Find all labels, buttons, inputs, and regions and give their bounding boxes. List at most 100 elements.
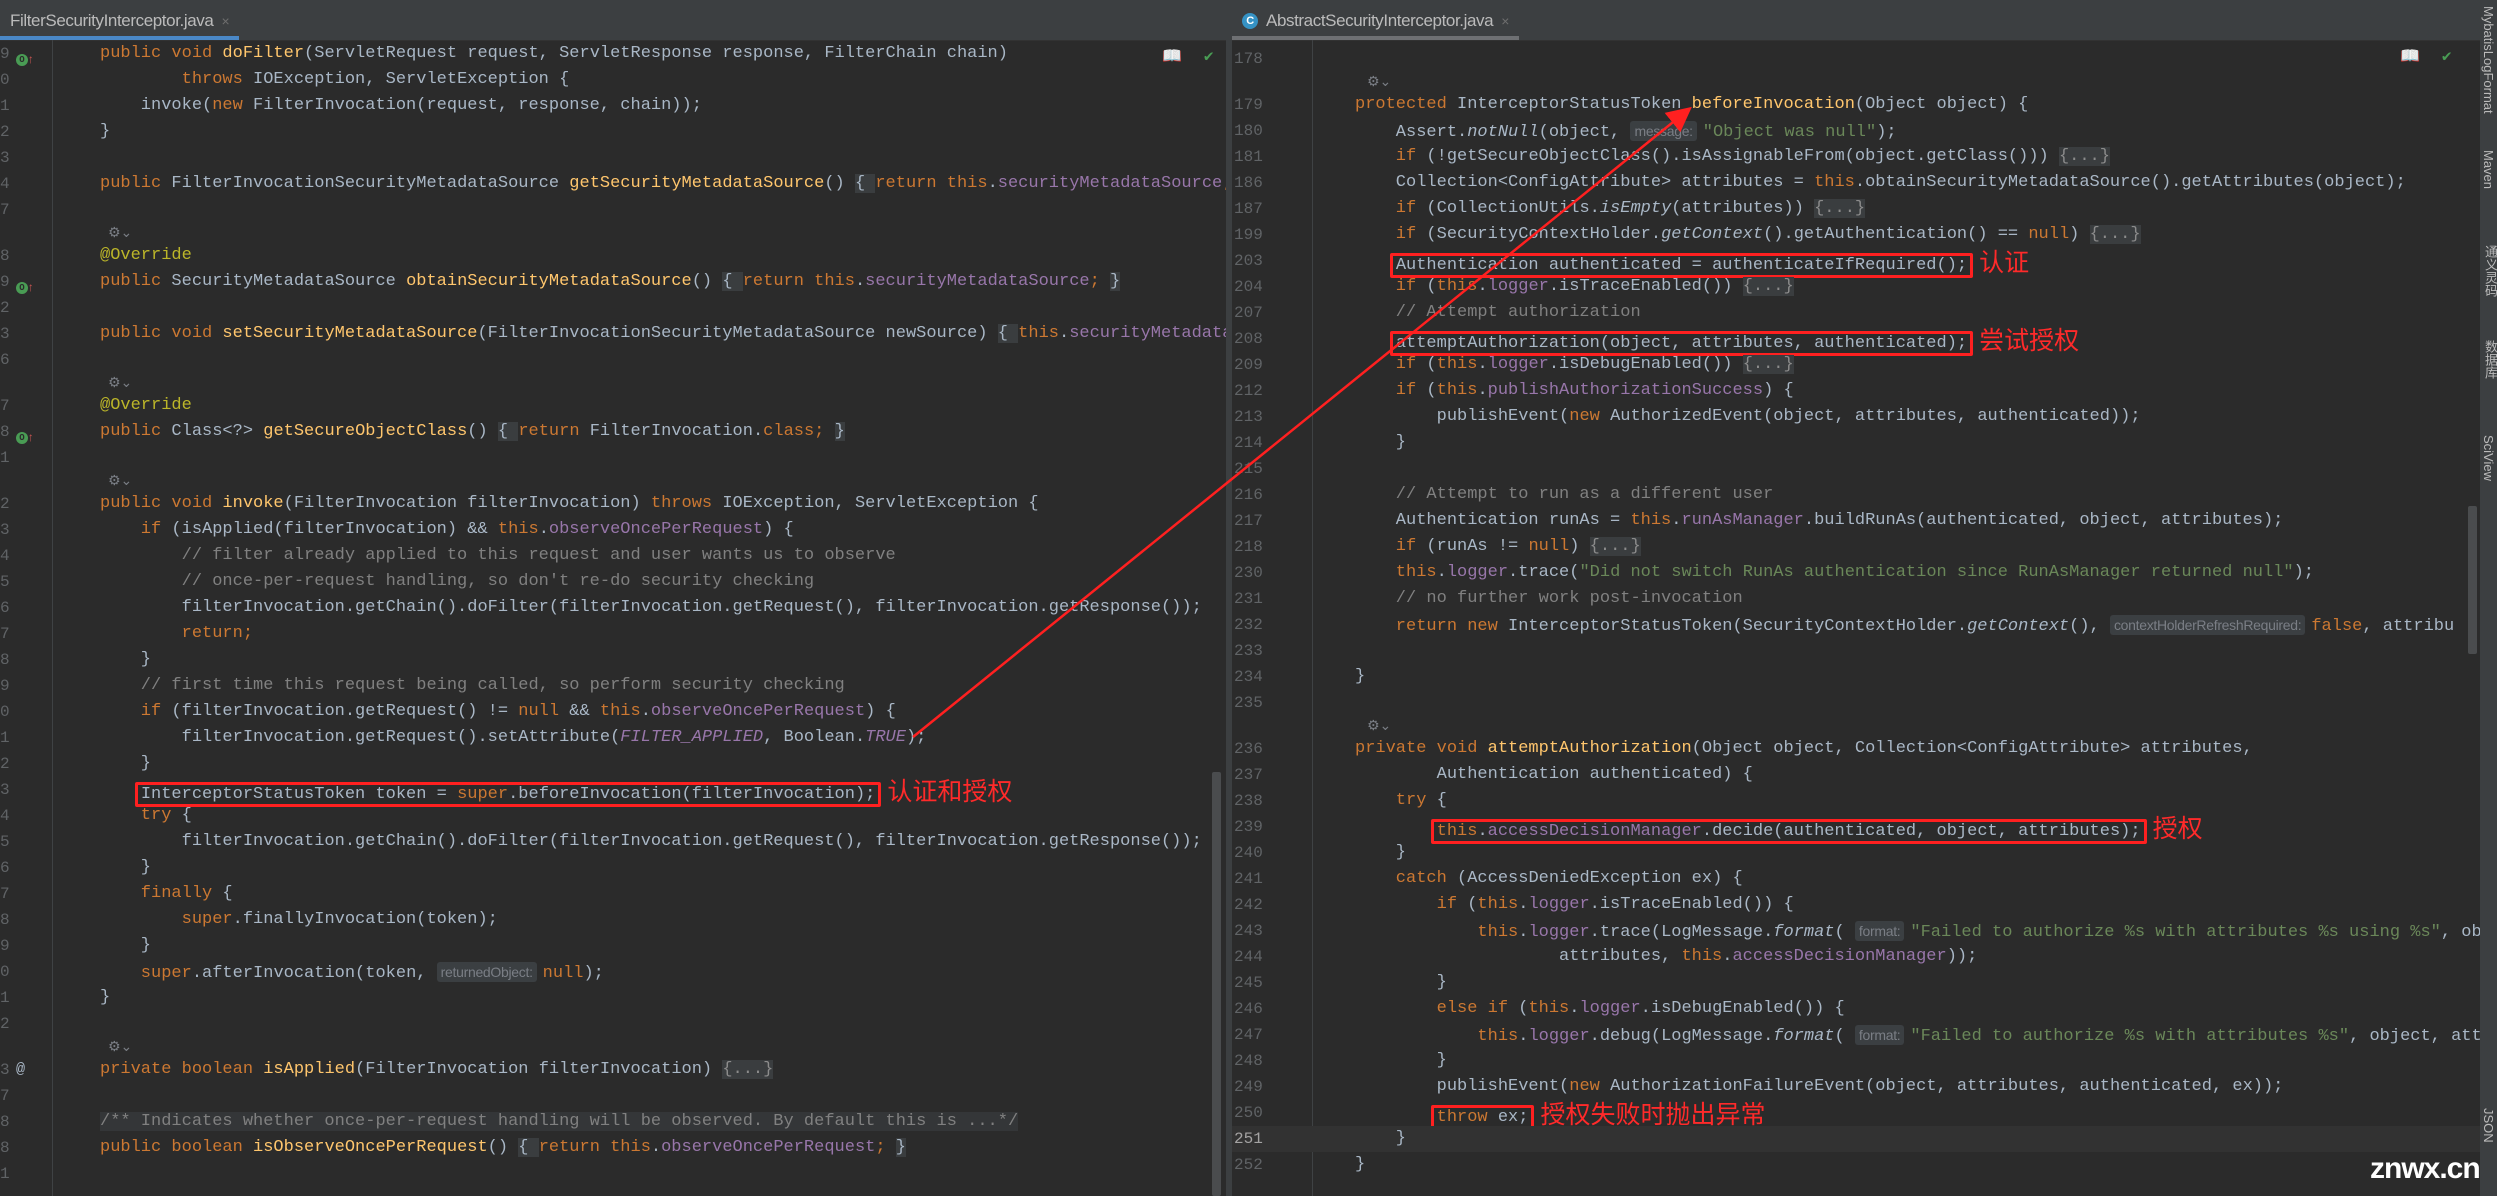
code-token: );	[2293, 563, 2314, 582]
code-text: private boolean isApplied(FilterInvocati…	[100, 1057, 774, 1083]
code-token: invoke(	[100, 96, 213, 115]
folded-code-button[interactable]: {...}	[1589, 537, 1641, 556]
line-number: 204	[1234, 278, 1263, 296]
code-text: if (this.publishAuthorizationSuccess) {	[1355, 378, 1794, 404]
code-token: (	[1834, 1027, 1855, 1046]
author-icon[interactable]: ⚙⌄	[1367, 72, 1391, 92]
tool-window-5[interactable]: JSON	[2481, 1108, 2496, 1143]
folded-code-button[interactable]: {...}	[1814, 199, 1866, 218]
line-number: 241	[1234, 870, 1263, 888]
code-line: 1	[0, 445, 1226, 471]
code-text: return new InterceptorStatusToken(Securi…	[1355, 612, 2454, 640]
code-token: }	[1355, 1129, 1407, 1148]
code-token: .	[1477, 822, 1488, 841]
code-token: filterInvocation.getChain().doFilter(fil…	[100, 832, 1202, 851]
code-line: 181 if (!getSecureObjectClass().isAssign…	[1232, 144, 2480, 170]
line-number: 230	[1234, 564, 1263, 582]
tool-window-4[interactable]: SciView	[2481, 435, 2496, 481]
left-scrollbar[interactable]	[1212, 772, 1221, 1196]
code-token: logger	[1487, 277, 1549, 296]
code-token: this	[1355, 563, 1437, 582]
code-token: .	[640, 702, 651, 721]
parameter-hint: contextHolderRefreshRequired:	[2109, 615, 2306, 635]
close-tab-icon[interactable]: ×	[1501, 13, 1509, 29]
code-token: // Attempt authorization	[1355, 303, 1641, 322]
code-text: filterInvocation.getChain().doFilter(fil…	[100, 829, 1202, 855]
author-icon[interactable]: ⚙⌄	[108, 1037, 132, 1057]
code-token: .	[987, 174, 998, 193]
tab-filter-security-interceptor[interactable]: FilterSecurityInterceptor.java ×	[0, 4, 240, 40]
code-token: (),	[2069, 617, 2110, 636]
code-token: )	[1569, 537, 1590, 556]
author-hint-row: ⚙⌄	[1232, 72, 2480, 92]
author-icon[interactable]: ⚙⌄	[108, 223, 132, 243]
code-token: doFilter	[222, 44, 305, 63]
right-scrollbar[interactable]	[2468, 506, 2477, 654]
code-line: 1	[0, 1161, 1226, 1187]
code-token: }	[1355, 433, 1407, 452]
code-line: 212 if (this.publishAuthorizationSuccess…	[1232, 378, 2480, 404]
code-token: runAsManager	[1681, 511, 1804, 530]
code-token: if	[100, 520, 172, 539]
code-token: return this	[538, 1138, 651, 1157]
code-token: logger	[1446, 563, 1509, 582]
folded-code-button[interactable]: {...}	[1742, 277, 1794, 296]
line-number: 179	[1234, 96, 1263, 114]
code-token: if	[1355, 147, 1427, 166]
code-token: , attribu	[2362, 617, 2455, 636]
annotation-note: 授权失败时抛出异常	[1540, 1100, 1766, 1129]
folded-code-button[interactable]: {...}	[2058, 147, 2110, 166]
code-token: );	[905, 728, 927, 747]
author-icon[interactable]: ⚙⌄	[108, 373, 132, 393]
code-token: .	[538, 520, 549, 539]
code-area[interactable]: 178 ⚙⌄ 179 protected InterceptorStatusToken…	[1232, 46, 2480, 1178]
line-number: 216	[1234, 486, 1263, 504]
code-token: this	[1355, 1027, 1519, 1046]
code-token: // filter already applied to this reques…	[100, 546, 896, 565]
tool-window-0[interactable]: MybatisLogFormat	[2481, 6, 2496, 114]
annotation-note: 认证	[1979, 248, 2030, 277]
folded-code-button[interactable]: {...}	[1742, 355, 1794, 374]
code-token: }	[100, 754, 152, 773]
code-token: accessDecisionManager	[1487, 822, 1702, 841]
code-line: 239 this.accessDecisionManager.decide(au…	[1232, 814, 2480, 844]
code-line: 217 Authentication runAs = this.runAsMan…	[1232, 508, 2480, 534]
code-area[interactable]: 9 O ↑ public void doFilter(ServletRequest r…	[0, 41, 1226, 1187]
close-tab-icon[interactable]: ×	[221, 13, 229, 29]
code-line: 231 // no further work post-invocation	[1232, 586, 2480, 612]
folded-code-button[interactable]: {...}	[2089, 225, 2141, 244]
line-number: 9	[0, 273, 10, 291]
code-token: TRUE	[865, 728, 906, 747]
code-token: format	[1773, 1027, 1835, 1046]
code-token: Assert.	[1355, 123, 1468, 142]
tool-window-1[interactable]: Maven	[2481, 150, 2496, 189]
code-text: public Class<?> getSecureObjectClass() {…	[100, 419, 845, 445]
code-token: format	[1773, 923, 1835, 942]
code-token: public void	[100, 494, 223, 513]
code-line: 4 public FilterInvocationSecurityMetadata…	[0, 171, 1226, 197]
line-number: 9	[0, 937, 10, 955]
code-token: , obje	[2440, 923, 2480, 942]
code-token: this	[1436, 381, 1478, 400]
author-icon[interactable]: ⚙⌄	[108, 471, 132, 491]
code-token: null	[2028, 225, 2070, 244]
code-line: 1 invoke(new FilterInvocation(request, r…	[0, 93, 1226, 119]
author-hint-row: ⚙⌄	[0, 373, 1226, 393]
folded-code-button[interactable]: {...}	[722, 1060, 774, 1079]
code-token: .	[1518, 895, 1529, 914]
author-icon[interactable]: ⚙⌄	[1367, 716, 1391, 736]
code-token: this	[1630, 511, 1672, 530]
code-token: .afterInvocation(token,	[191, 964, 437, 983]
annotation-at-icon[interactable]: @	[16, 1057, 25, 1083]
tool-window-3[interactable]: 数据库	[2481, 340, 2497, 379]
tab-abstract-security-interceptor[interactable]: C AbstractSecurityInterceptor.java ×	[1232, 4, 1519, 40]
code-token: return this	[875, 174, 988, 193]
code-token: getSecureObjectClass	[263, 422, 468, 441]
code-token: class;	[763, 422, 835, 441]
tool-window-2[interactable]: 通义灵码	[2481, 245, 2497, 297]
line-number: 186	[1234, 174, 1263, 192]
code-line: 215	[1232, 456, 2480, 482]
code-token: null	[518, 702, 570, 721]
code-token: new	[1569, 407, 1611, 426]
